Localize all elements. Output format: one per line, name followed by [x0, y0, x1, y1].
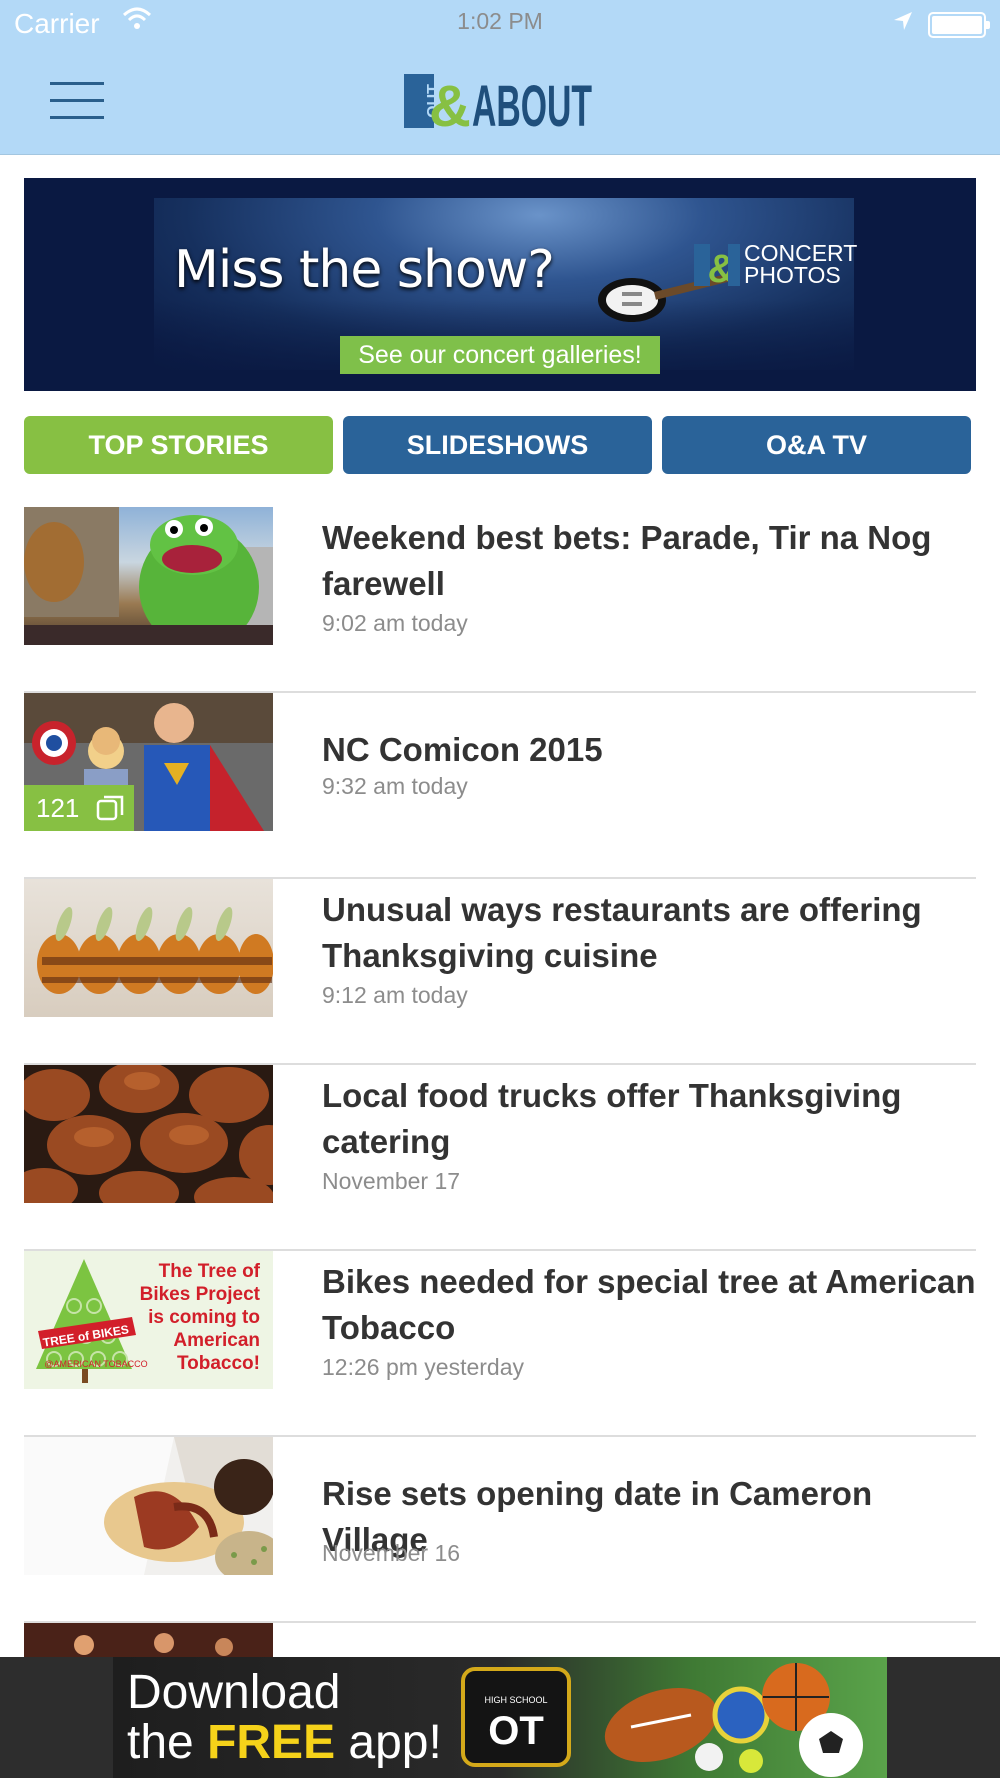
- svg-text:ABOUT: ABOUT: [472, 74, 592, 134]
- poster-line-2: Bikes Project: [140, 1284, 261, 1305]
- status-bar: Carrier 1:02 PM: [0, 0, 1000, 50]
- poster-line-5: Tobacco!: [177, 1353, 260, 1374]
- poster-line-4: American: [173, 1330, 260, 1351]
- oa-mini-logo: &: [694, 244, 740, 291]
- ad-line-2: the FREE app!: [127, 1716, 442, 1769]
- concert-photos-brand: & CONCERT PHOTOS: [692, 240, 892, 291]
- gallery-icon: [96, 795, 124, 821]
- poster-sub: @AMERICAN TOBACCO: [44, 1359, 147, 1369]
- banner-cta[interactable]: See our concert galleries!: [340, 336, 660, 374]
- story-timestamp: November 17: [322, 1168, 461, 1194]
- battery-icon: [928, 12, 990, 38]
- brand-line-2: PHOTOS: [744, 262, 841, 288]
- story-title: NC Comicon 2015: [322, 731, 603, 768]
- tree-of-bikes-poster: TREE of BIKES @AMERICAN TOBACCO The Tree…: [36, 1259, 261, 1383]
- status-time: 1:02 PM: [457, 8, 543, 34]
- story-thumbnail: [24, 1437, 273, 1575]
- svg-text:&: &: [429, 74, 471, 134]
- story-thumbnail: [24, 879, 273, 1017]
- ad-line-1: Download: [127, 1666, 341, 1719]
- download-app-ad[interactable]: Download the FREE app! HIGH SCHOOL OT: [113, 1657, 887, 1778]
- location-arrow-icon: [894, 12, 912, 30]
- story-timestamp: 9:32 am today: [322, 773, 468, 799]
- app-icon-small-text: HIGH SCHOOL: [484, 1695, 548, 1705]
- story-title: Weekend best bets: Parade, Tir na Nog fa…: [322, 519, 932, 602]
- story-title: Local food trucks offer Thanksgiving cat…: [322, 1077, 902, 1160]
- banner-headline: Miss the show?: [174, 240, 555, 300]
- sports-balls-image: [604, 1663, 863, 1777]
- story-title: Bikes needed for special tree at America…: [322, 1263, 976, 1346]
- story-timestamp: 9:02 am today: [322, 610, 468, 636]
- app-icon-big-text: OT: [488, 1709, 544, 1753]
- story-item[interactable]: Local food trucks offer Thanksgiving cat…: [24, 1065, 976, 1251]
- tab-slideshows[interactable]: SLIDESHOWS: [343, 416, 652, 474]
- tab-oa-tv[interactable]: O&A TV: [662, 416, 971, 474]
- story-item[interactable]: TREE of BIKES @AMERICAN TOBACCO The Tree…: [24, 1251, 976, 1437]
- menu-icon[interactable]: [50, 82, 104, 120]
- bottom-ad-banner[interactable]: Download the FREE app! HIGH SCHOOL OT: [0, 1657, 1000, 1778]
- gallery-count-badge: 121: [24, 785, 134, 831]
- story-thumbnail: [24, 507, 273, 645]
- concert-photos-banner[interactable]: Miss the show? & CONCERT PHOTOS See our …: [24, 178, 976, 391]
- gallery-count: 121: [36, 793, 80, 823]
- story-thumbnail: 121: [24, 693, 273, 831]
- high-school-ot-app-icon: HIGH SCHOOL OT: [461, 1667, 571, 1767]
- poster-line-1: The Tree of: [159, 1261, 261, 1282]
- story-timestamp: 9:12 am today: [322, 982, 468, 1008]
- story-thumbnail: TREE of BIKES @AMERICAN TOBACCO The Tree…: [24, 1251, 273, 1389]
- top-nav-bar: Carrier 1:02 PM OUT & ABOUT: [0, 0, 1000, 155]
- poster-line-3: is coming to: [148, 1307, 260, 1328]
- story-thumbnail: [24, 1065, 273, 1203]
- out-and-about-logo[interactable]: OUT & ABOUT: [400, 68, 600, 134]
- story-item[interactable]: Unusual ways restaurants are offering Th…: [24, 879, 976, 1065]
- story-item[interactable]: 121 NC Comicon 2015 9:32 am today: [24, 693, 976, 879]
- story-item[interactable]: Rise sets opening date in Cameron Villag…: [24, 1437, 976, 1623]
- story-thumbnail-partial[interactable]: [24, 1623, 273, 1657]
- tab-top-stories[interactable]: TOP STORIES: [24, 416, 333, 474]
- story-item[interactable]: Weekend best bets: Parade, Tir na Nog fa…: [24, 507, 976, 693]
- story-timestamp: November 16: [322, 1540, 461, 1566]
- story-title: Unusual ways restaurants are offering Th…: [322, 891, 922, 974]
- story-timestamp: 12:26 pm yesterday: [322, 1354, 525, 1380]
